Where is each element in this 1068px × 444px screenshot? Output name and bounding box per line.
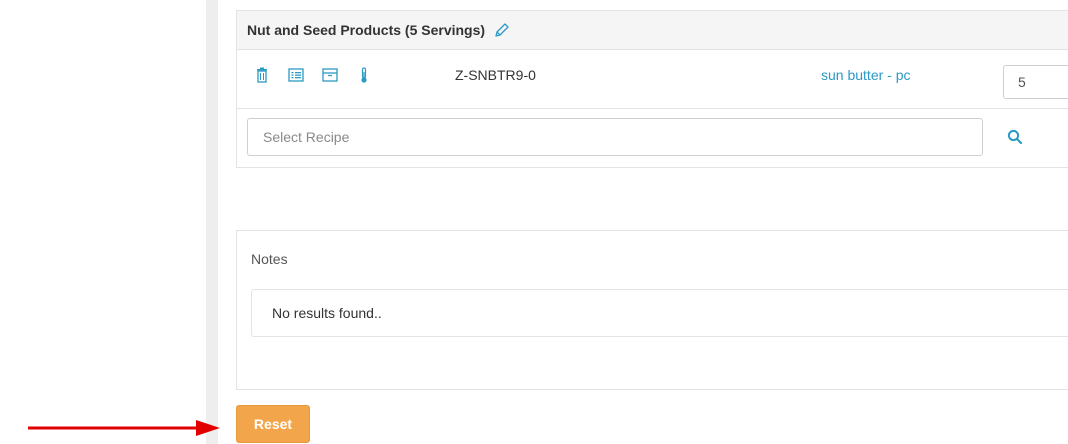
- trash-icon[interactable]: [253, 66, 271, 84]
- notes-empty-box: No results found..: [251, 289, 1068, 337]
- archive-icon[interactable]: [321, 66, 339, 84]
- recipe-name-link[interactable]: sun butter - pc: [821, 67, 911, 83]
- notes-empty-text: No results found..: [272, 305, 382, 321]
- recipe-group-header: Nut and Seed Products (5 Servings): [237, 11, 1068, 50]
- notes-title: Notes: [251, 251, 288, 267]
- notes-card: Notes No results found..: [236, 230, 1068, 390]
- row-action-icons: [253, 66, 373, 84]
- recipe-code: Z-SNBTR9-0: [455, 67, 536, 83]
- pencil-icon[interactable]: [493, 21, 511, 39]
- thermometer-icon[interactable]: [355, 66, 373, 84]
- recipe-group-title: Nut and Seed Products (5 Servings): [247, 22, 486, 38]
- select-recipe-input[interactable]: [247, 118, 983, 156]
- left-scroll-strip: [206, 0, 218, 444]
- reset-button[interactable]: Reset: [236, 405, 310, 443]
- servings-input[interactable]: [1003, 65, 1068, 99]
- recipe-row: Z-SNBTR9-0 sun butter - pc: [237, 50, 1068, 109]
- recipe-group-card: Nut and Seed Products (5 Servings) Z-SNB…: [236, 10, 1068, 168]
- list-icon[interactable]: [287, 66, 305, 84]
- search-icon[interactable]: [1005, 127, 1025, 147]
- arrow-icon: [28, 420, 220, 436]
